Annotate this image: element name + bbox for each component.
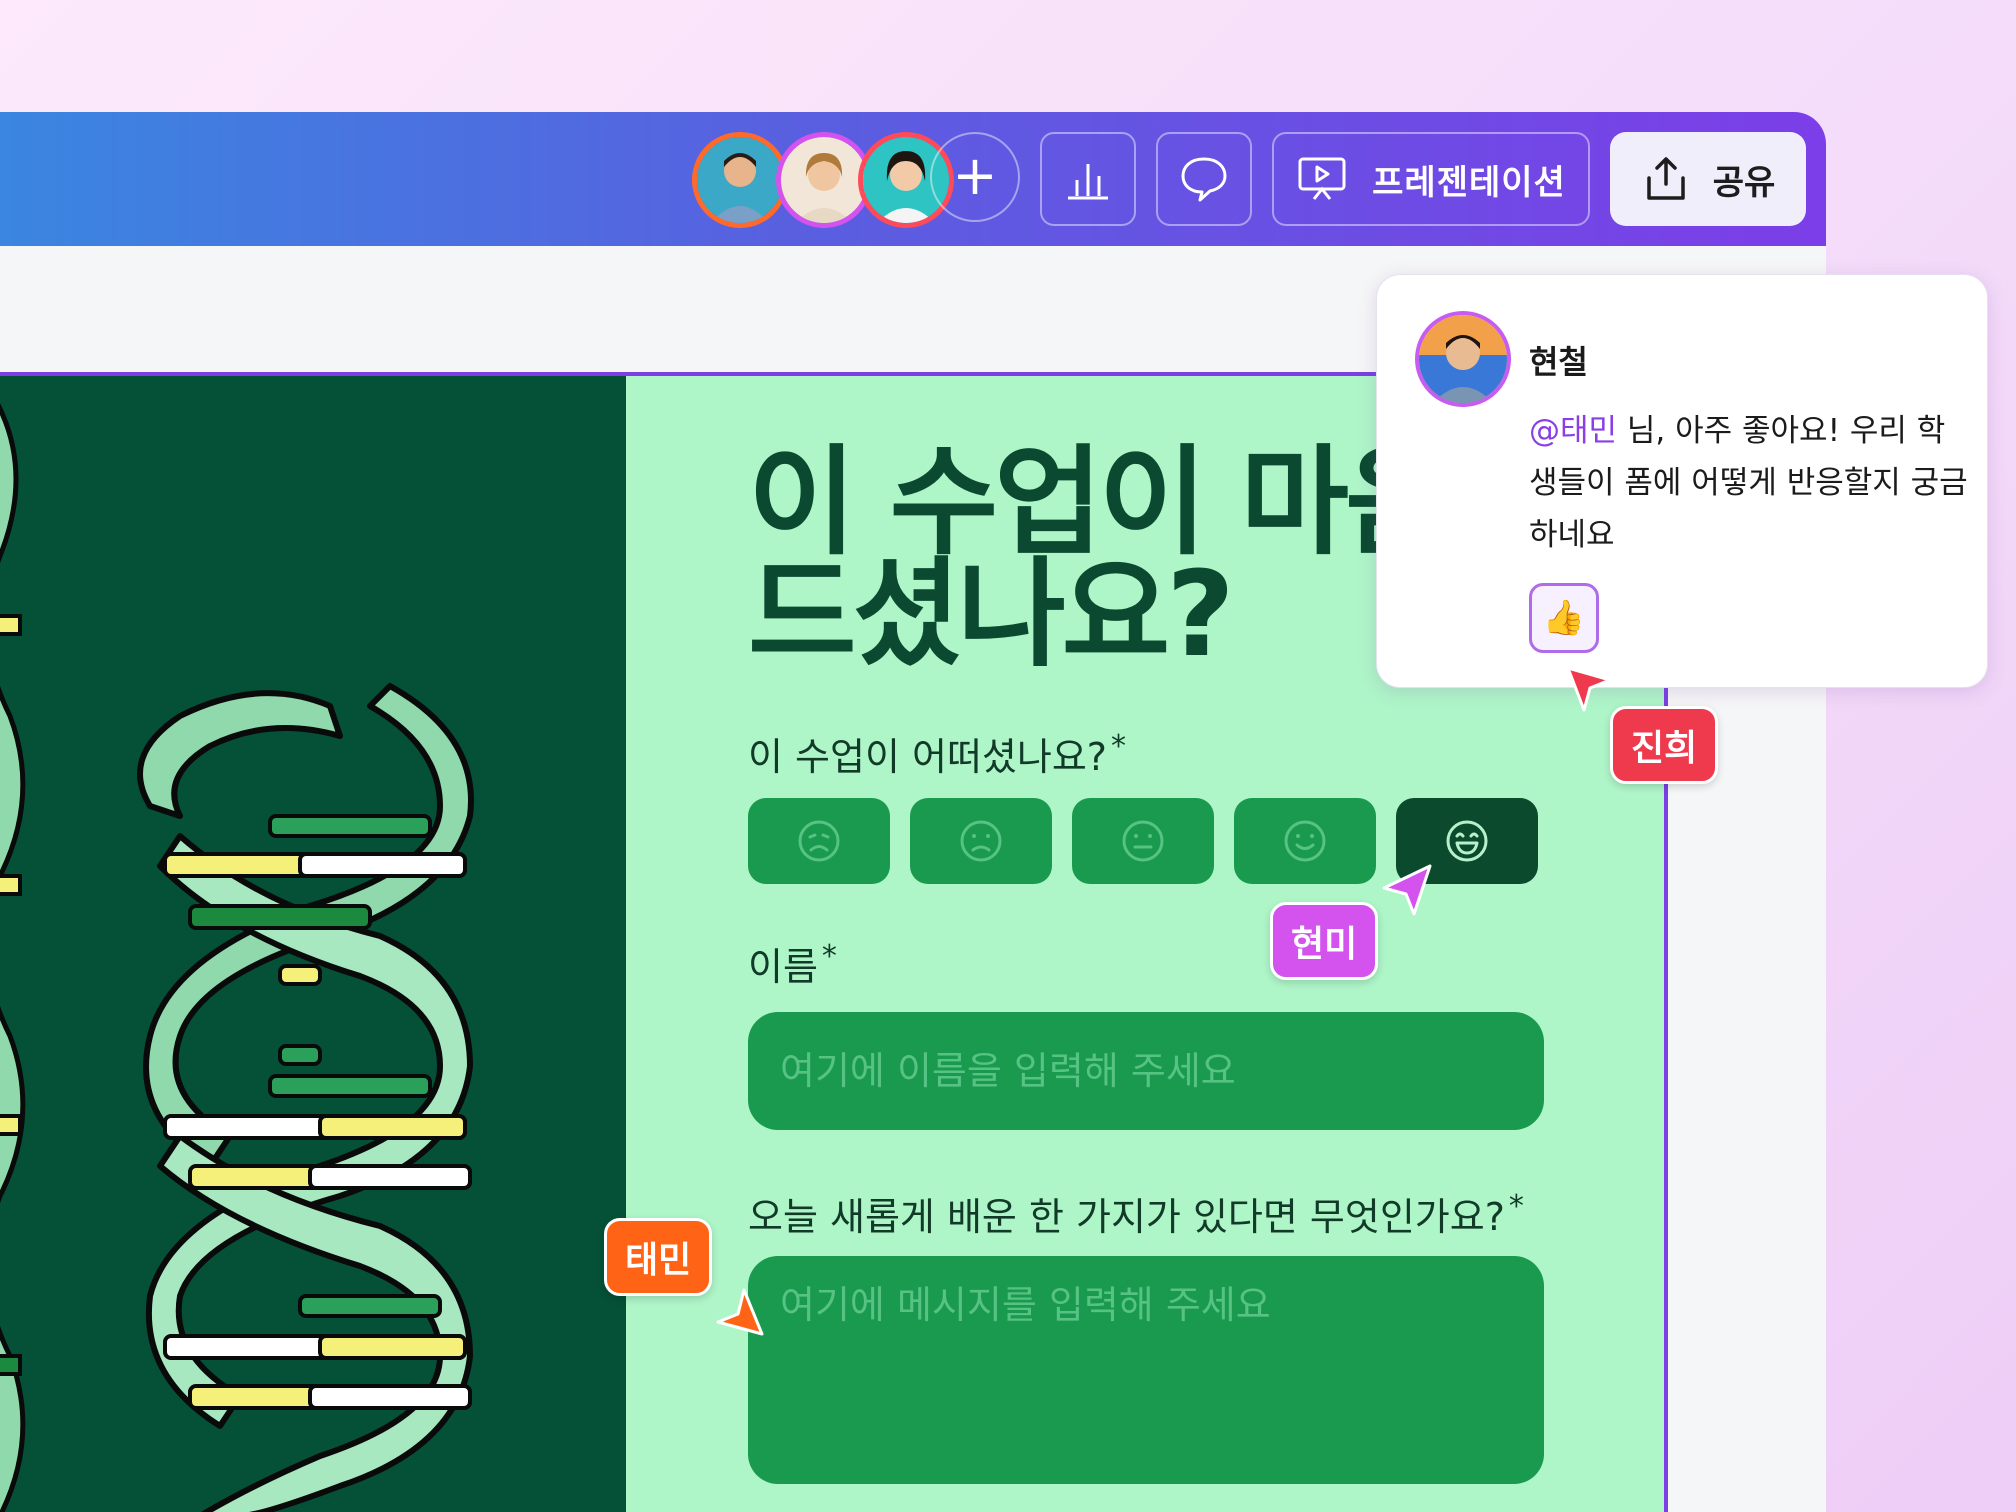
comment-author-name: 현철: [1529, 343, 1588, 381]
add-collaborator-button[interactable]: +: [930, 132, 1020, 222]
rating-neutral-button[interactable]: [1072, 798, 1214, 884]
insights-button[interactable]: [1040, 132, 1136, 226]
question-name-label: 이름 *: [748, 936, 837, 991]
message-textarea[interactable]: 여기에 메시지를 입력해 주세요: [748, 1256, 1544, 1484]
grinning-face-icon: [1446, 820, 1488, 862]
question-rating-text: 이 수업이 어떠셨나요?: [748, 735, 1107, 779]
comments-button[interactable]: [1156, 132, 1252, 226]
upload-icon: [1646, 157, 1685, 200]
avatar[interactable]: [692, 132, 788, 228]
comment-body: @태민 님, 아주 좋아요! 우리 학생들이 폼에 어떻게 반응할지 궁금하네요: [1529, 405, 1969, 561]
neutral-face-icon: [1122, 820, 1164, 862]
required-mark: *: [1508, 1189, 1524, 1224]
happy-face-icon: [1284, 820, 1326, 862]
share-label: 공유: [1712, 162, 1776, 203]
cursor-label-hyunmi: 현미: [1270, 902, 1379, 980]
thumbs-up-icon: 👍: [1542, 598, 1586, 638]
cursor-label-taemin: 태민: [604, 1218, 713, 1296]
sad-face-icon: [960, 820, 1002, 862]
top-toolbar: + 프레젠테이션 공유: [0, 112, 1826, 246]
comment-author-avatar[interactable]: [1415, 311, 1511, 407]
question-rating-label: 이 수업이 어떠셨나요? *: [748, 726, 1126, 781]
required-mark: *: [821, 939, 837, 974]
share-button[interactable]: 공유: [1610, 132, 1806, 226]
bar-chart-icon: [1068, 164, 1108, 200]
question-learned-label: 오늘 새롭게 배운 한 가지가 있다면 무엇인가요? *: [748, 1186, 1524, 1241]
rating-very-sad-button[interactable]: [748, 798, 890, 884]
presentation-button[interactable]: 프레젠테이션: [1272, 132, 1590, 226]
comment-mention[interactable]: @태민: [1529, 413, 1617, 449]
very-sad-face-icon: [798, 820, 840, 862]
presentation-label: 프레젠테이션: [1372, 162, 1566, 203]
name-input-placeholder: 여기에 이름을 입력해 주세요: [780, 1049, 1236, 1093]
message-placeholder: 여기에 메시지를 입력해 주세요: [780, 1283, 1271, 1327]
cursor-pointer-icon: [1566, 666, 1612, 712]
rating-happy-button[interactable]: [1234, 798, 1376, 884]
rating-sad-button[interactable]: [910, 798, 1052, 884]
cursor-label-jinhee: 진희: [1610, 706, 1719, 784]
required-mark: *: [1110, 729, 1126, 764]
cursor-pointer-icon: [716, 1288, 764, 1336]
comment-card: 현철 @태민 님, 아주 좋아요! 우리 학생들이 폼에 어떻게 반응할지 궁금…: [1376, 274, 1988, 688]
question-name-text: 이름: [748, 945, 818, 989]
speech-bubble-icon: [1181, 157, 1227, 202]
dna-helix-image: [0, 403, 474, 1512]
dna-illustration: [0, 376, 626, 1512]
cursor-pointer-icon: [1382, 864, 1432, 916]
thumbs-up-reaction-button[interactable]: 👍: [1529, 583, 1599, 653]
presentation-icon: [1298, 157, 1346, 200]
question-learned-text: 오늘 새롭게 배운 한 가지가 있다면 무엇인가요?: [748, 1195, 1505, 1239]
name-input[interactable]: 여기에 이름을 입력해 주세요: [748, 1012, 1544, 1130]
